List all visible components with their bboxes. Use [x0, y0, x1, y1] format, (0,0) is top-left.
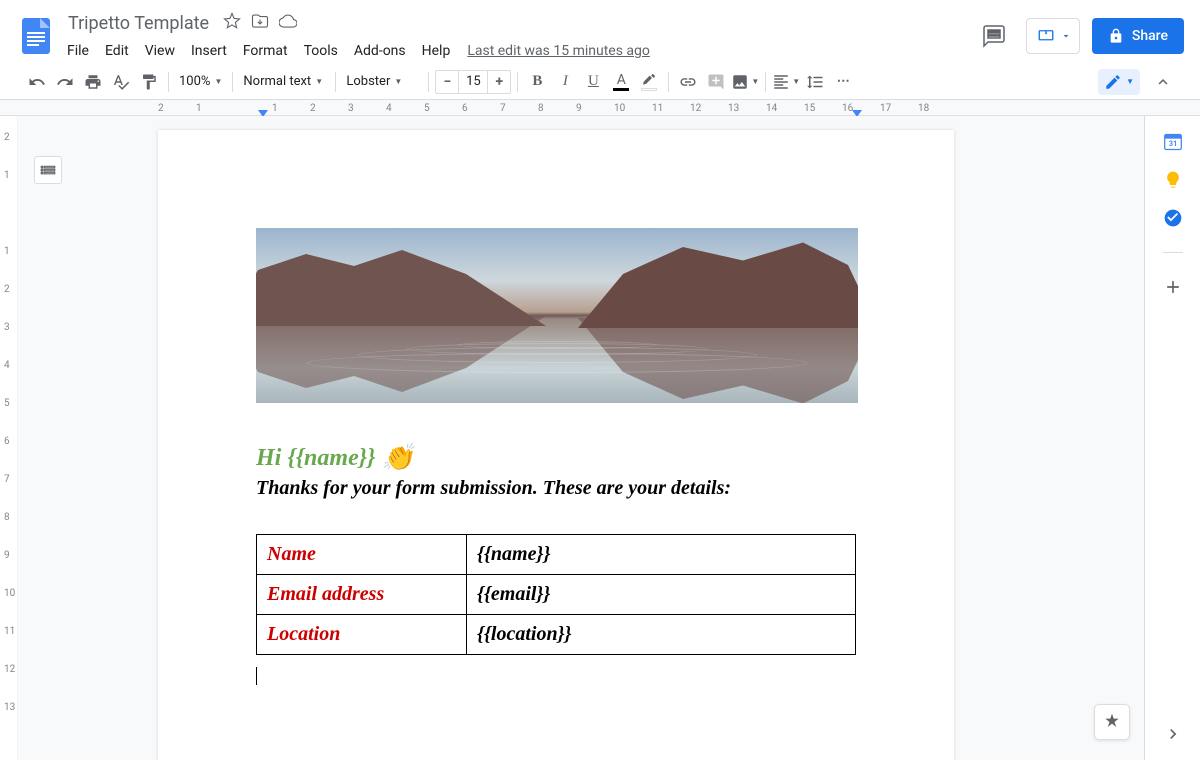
spellcheck-button[interactable]	[108, 69, 134, 95]
share-label: Share	[1132, 28, 1168, 44]
present-icon	[1037, 27, 1055, 45]
align-button[interactable]: ▼	[772, 69, 800, 95]
docs-logo-icon	[22, 18, 50, 54]
menu-view[interactable]: View	[138, 39, 182, 63]
highlight-button[interactable]	[636, 69, 662, 95]
menu-insert[interactable]: Insert	[184, 39, 234, 63]
table-row: Email address{{email}}	[257, 575, 856, 615]
lock-icon	[1108, 28, 1124, 44]
vertical-ruler[interactable]: 2112345678910111213	[0, 116, 18, 760]
move-icon[interactable]	[251, 12, 269, 34]
comments-button[interactable]	[974, 16, 1014, 56]
menu-format[interactable]: Format	[236, 39, 295, 63]
details-table[interactable]: Name{{name}} Email address{{email}} Loca…	[256, 534, 856, 655]
redo-button[interactable]	[52, 69, 78, 95]
hide-sidepanel-button[interactable]	[1163, 724, 1183, 744]
side-panel: 31	[1144, 116, 1200, 760]
paint-format-button[interactable]	[136, 69, 162, 95]
font-size-control: − 15 +	[435, 70, 511, 94]
editing-mode-button[interactable]: ▼	[1098, 69, 1140, 95]
header-image[interactable]	[256, 228, 858, 403]
undo-button[interactable]	[24, 69, 50, 95]
pencil-icon	[1104, 73, 1122, 91]
text-cursor	[256, 667, 257, 685]
add-addon-button[interactable]	[1163, 277, 1183, 297]
title-area: Tripetto Template File Edit View Insert …	[60, 10, 974, 63]
underline-button[interactable]: U	[580, 69, 606, 95]
table-value[interactable]: {{email}}	[467, 575, 856, 615]
greeting-line[interactable]: Hi {{name}} 👏	[256, 443, 856, 473]
table-label[interactable]: Location	[257, 615, 467, 655]
menu-help[interactable]: Help	[415, 39, 458, 63]
tasks-app-icon[interactable]	[1163, 208, 1183, 228]
header-bar: Tripetto Template File Edit View Insert …	[0, 0, 1200, 64]
menu-tools[interactable]: Tools	[297, 39, 345, 63]
last-edit-link[interactable]: Last edit was 15 minutes ago	[467, 43, 650, 59]
document-title[interactable]: Tripetto Template	[60, 10, 217, 37]
line-spacing-button[interactable]	[802, 69, 828, 95]
document-page: Hi {{name}} 👏 Thanks for your form submi…	[158, 130, 954, 760]
font-size-increase[interactable]: +	[488, 74, 510, 90]
table-row: Location{{location}}	[257, 615, 856, 655]
style-dropdown[interactable]: Normal text▼	[239, 69, 329, 95]
bold-button[interactable]: B	[524, 69, 550, 95]
list-icon	[39, 161, 57, 179]
more-button[interactable]: ⋯	[830, 69, 856, 95]
print-button[interactable]	[80, 69, 106, 95]
keep-app-icon[interactable]	[1163, 170, 1183, 190]
table-value[interactable]: {{name}}	[467, 535, 856, 575]
menu-file[interactable]: File	[60, 39, 96, 63]
image-button[interactable]: ▼	[731, 69, 759, 95]
table-row: Name{{name}}	[257, 535, 856, 575]
share-button[interactable]: Share	[1092, 18, 1184, 54]
italic-button[interactable]: I	[552, 69, 578, 95]
star-icon[interactable]	[223, 12, 241, 34]
table-label[interactable]: Name	[257, 535, 467, 575]
menu-bar: File Edit View Insert Format Tools Add-o…	[60, 39, 974, 63]
toolbar: 100%▼ Normal text▼ Lobster▼ − 15 + B I U…	[0, 64, 1200, 100]
link-button[interactable]	[675, 69, 701, 95]
calendar-app-icon[interactable]: 31	[1163, 132, 1183, 152]
explore-icon	[1102, 712, 1122, 732]
font-size-decrease[interactable]: −	[436, 74, 458, 90]
font-dropdown[interactable]: Lobster▼	[342, 69, 422, 95]
comment-icon	[982, 24, 1006, 48]
table-label[interactable]: Email address	[257, 575, 467, 615]
wave-emoji: 👏	[381, 443, 413, 473]
menu-edit[interactable]: Edit	[98, 39, 136, 63]
outline-toggle[interactable]	[34, 156, 62, 184]
explore-button[interactable]	[1094, 704, 1130, 740]
table-value[interactable]: {{location}}	[467, 615, 856, 655]
docs-logo[interactable]	[16, 16, 56, 56]
horizontal-ruler[interactable]: 21123456789101112131415161718	[0, 100, 1200, 116]
menu-addons[interactable]: Add-ons	[347, 39, 413, 63]
add-comment-button[interactable]	[703, 69, 729, 95]
collapse-toolbar-button[interactable]	[1150, 69, 1176, 95]
present-button[interactable]	[1026, 18, 1080, 54]
font-size-value[interactable]: 15	[458, 71, 488, 93]
intro-text[interactable]: Thanks for your form submission. These a…	[256, 477, 856, 500]
zoom-dropdown[interactable]: 100%▼	[175, 69, 226, 95]
cloud-status-icon[interactable]	[279, 12, 297, 34]
text-color-button[interactable]: A	[608, 69, 634, 95]
chevron-down-icon	[1061, 31, 1071, 41]
document-canvas[interactable]: Hi {{name}} 👏 Thanks for your form submi…	[18, 116, 1144, 760]
svg-text:31: 31	[1168, 139, 1177, 148]
